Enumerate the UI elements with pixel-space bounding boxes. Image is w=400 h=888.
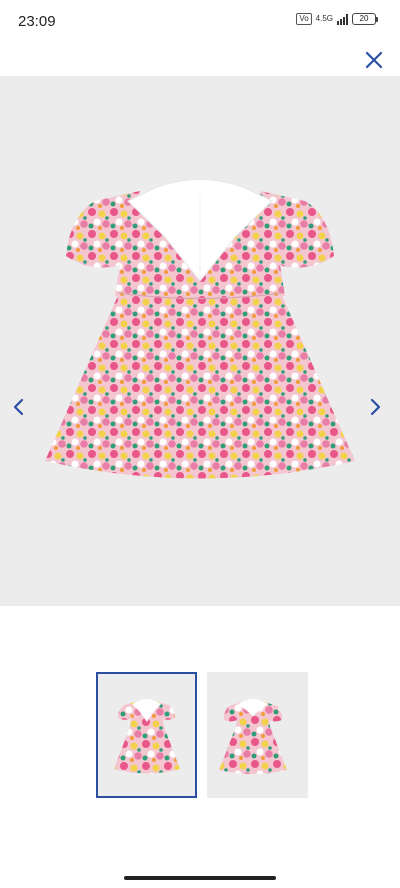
previous-image-button[interactable]	[10, 397, 28, 417]
thumbnail-image	[219, 699, 287, 774]
thumbnail-1[interactable]	[96, 672, 197, 798]
chevron-right-icon	[370, 398, 381, 416]
dress-illustration	[45, 179, 355, 479]
network-type-label: 4.5G	[315, 14, 333, 23]
battery-level: 20	[352, 13, 376, 25]
thumbnail-strip	[96, 672, 308, 798]
thumbnail-2[interactable]	[207, 672, 308, 798]
close-button[interactable]	[364, 50, 384, 70]
thumbnail-image	[114, 699, 180, 774]
close-icon	[365, 51, 383, 69]
main-product-image[interactable]	[0, 76, 400, 606]
signal-icon	[337, 13, 348, 25]
home-indicator[interactable]	[124, 876, 276, 880]
chevron-left-icon	[13, 398, 24, 416]
next-image-button[interactable]	[366, 397, 384, 417]
status-bar: 23:09 Vo 4.5G 20	[0, 0, 400, 40]
volte-icon: Vo	[296, 13, 312, 25]
status-icons: Vo 4.5G 20	[296, 13, 378, 25]
status-time: 23:09	[18, 13, 56, 30]
battery-icon: 20	[352, 13, 378, 25]
